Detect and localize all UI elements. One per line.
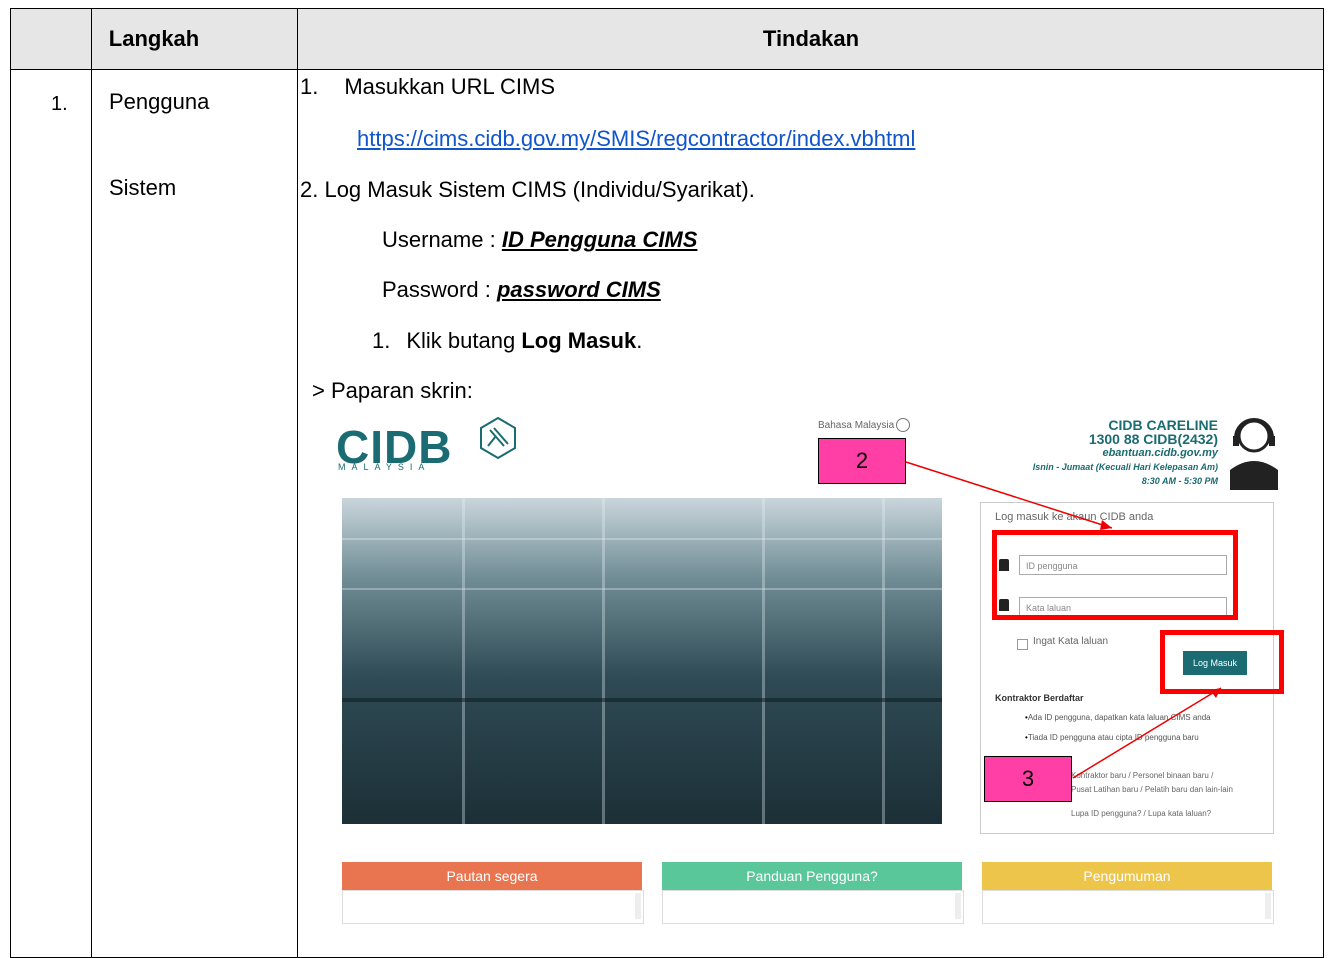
username-label: Username : (382, 227, 502, 252)
sub-step-bold: Log Masuk (521, 328, 637, 353)
header-tindakan: Tindakan (762, 26, 860, 51)
step-2-text: 2. Log Masuk Sistem CIMS (Individu/Syari… (300, 177, 755, 202)
password-label: Password : (382, 277, 497, 302)
login-screenshot: CIDB MALAYSIA Bahasa Malaysia CIDB CAREL… (328, 410, 1288, 930)
step-1-text: Masukkan URL CIMS (344, 74, 556, 99)
sub-step: 1. Klik butang Log Masuk. (372, 328, 642, 354)
username-line: Username : ID Pengguna CIMS (382, 227, 697, 253)
row-number: 1. (51, 93, 68, 115)
sub-step-post: . (636, 328, 643, 353)
marker-2: 2 (818, 438, 906, 484)
header-langkah: Langkah (108, 26, 200, 51)
step-1-number: 1. (300, 74, 319, 99)
column-divider-1 (91, 9, 92, 957)
sub-step-pre: Klik butang (406, 328, 522, 353)
actor-line2: Sistem (109, 175, 177, 200)
column-divider-2 (297, 9, 298, 957)
screen-label: > Paparan skrin: (312, 378, 473, 403)
cims-url-link[interactable]: https://cims.cidb.gov.my/SMIS/regcontrac… (357, 126, 915, 152)
sub-step-number: 1. (372, 328, 391, 353)
username-value: ID Pengguna CIMS (501, 227, 698, 252)
password-line: Password : password CIMS (382, 277, 661, 303)
annotation-arrows (905, 461, 1222, 779)
actor-line1: Pengguna (109, 89, 210, 114)
step-1: 1. Masukkan URL CIMS (300, 74, 555, 100)
password-value: password CIMS (496, 277, 661, 302)
marker-3: 3 (984, 756, 1072, 802)
